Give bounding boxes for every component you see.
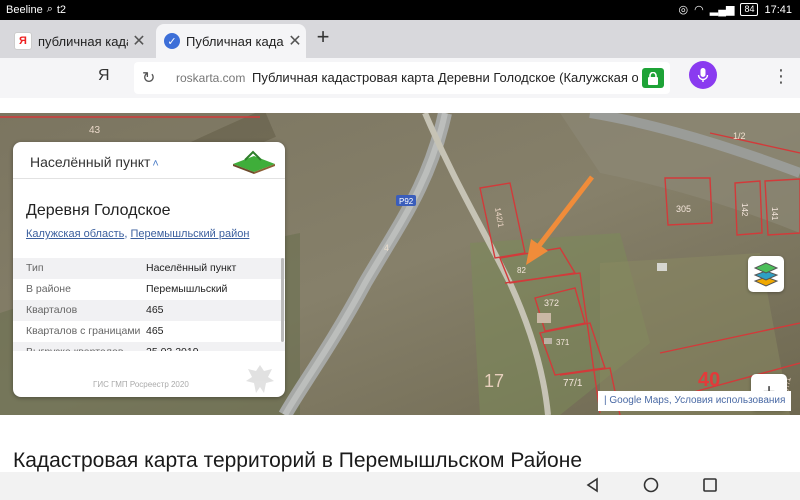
road-sign: P92 [399, 197, 414, 206]
page-headline: Кадастровая карта территорий в Перемышль… [13, 449, 582, 472]
layers-icon [753, 262, 779, 287]
property-row: В районе Перемышльский [13, 279, 285, 300]
svg-text:305: 305 [676, 204, 691, 214]
property-value: 465 [146, 325, 164, 337]
close-icon[interactable]: ✕ [284, 31, 306, 51]
battery-indicator: 84 [740, 3, 759, 16]
svg-text:77/1: 77/1 [563, 378, 583, 389]
region-links: Калужская область, Перемышльский район [26, 228, 249, 240]
eagle-emblem-icon [246, 365, 274, 393]
map-attribution[interactable]: | Google Maps, Условия использования [598, 391, 792, 411]
chevron-up-icon: ˄ [152, 158, 159, 170]
wifi-icon: ◠ [694, 4, 704, 16]
property-key: Кварталов [26, 304, 78, 316]
property-row: Кварталов 465 [13, 300, 285, 321]
tab-label: Публичная кадас [186, 33, 284, 49]
more-menu-icon[interactable]: ⋮ [772, 67, 790, 85]
microphone-icon[interactable] [689, 61, 717, 89]
yandex-icon: Я [14, 32, 32, 50]
card-divider [13, 178, 285, 179]
property-value: 465 [146, 304, 164, 316]
url-domain: roskarta.com [176, 71, 246, 85]
tab-yandex[interactable]: Я публичная кадас ✕ [6, 24, 150, 58]
category-label: Населённый пункт [30, 154, 151, 170]
carrier2-label: t2 [56, 3, 67, 16]
svg-text:371: 371 [556, 338, 570, 347]
property-key: Кварталов с границами [26, 325, 141, 337]
svg-text:82: 82 [517, 266, 526, 275]
svg-text:142: 142 [740, 203, 749, 217]
globe-icon: ✓ [164, 33, 180, 49]
url-page-title: Публичная кадастровая карта Деревни Голо… [252, 70, 638, 85]
property-value: Перемышльский [146, 283, 228, 295]
navigation-bar [0, 472, 800, 500]
tab-strip: Я публичная кадас ✕ ✓ Публичная кадас ✕ [0, 20, 800, 58]
svg-text:1/2: 1/2 [733, 131, 746, 141]
yandex-button[interactable]: Я [98, 67, 110, 85]
home-icon[interactable] [642, 476, 660, 494]
region-link[interactable]: Калужская область [26, 228, 124, 240]
property-key: Выгрузка кварталов [26, 342, 146, 352]
carrier-label: Beeline [6, 3, 43, 16]
property-value: Населённый пункт [146, 262, 237, 274]
svg-text:17: 17 [484, 371, 504, 391]
property-key: Тип [26, 262, 44, 274]
reload-icon[interactable]: ↻ [142, 68, 155, 88]
lock-icon[interactable] [642, 68, 664, 88]
close-icon[interactable]: ✕ [128, 31, 150, 51]
svg-text:372: 372 [544, 298, 559, 308]
info-card: Населённый пункт ˄ Деревня Голодское Калу… [13, 142, 285, 397]
address-bar: Я ↻ roskarta.com Публичная кадастровая к… [0, 58, 800, 98]
tab-active[interactable]: ✓ Публичная кадас ✕ [156, 24, 306, 58]
land-plot-icon [233, 150, 275, 174]
district-link[interactable]: Перемышльский район [130, 228, 249, 240]
back-icon[interactable] [584, 476, 602, 494]
tab-label: публичная кадас [38, 33, 128, 49]
svg-text:40: 40 [698, 369, 720, 391]
category-dropdown[interactable]: Населённый пункт ˄ [30, 154, 159, 170]
svg-text:43: 43 [89, 125, 101, 136]
place-name: Деревня Голодское [26, 202, 171, 219]
nfc-icon: ◎ [678, 4, 689, 16]
property-row: Кварталов с границами 465 [13, 321, 285, 342]
properties-table: Тип Населённый пункт В районе Перемышльс… [13, 258, 285, 351]
card-scrollbar[interactable] [281, 258, 284, 342]
new-tab-button[interactable]: + [312, 25, 334, 51]
status-bar: Beeline ⌕ t2 ◎ ◠ ▂▄▆ 84 17:41 [0, 0, 800, 20]
search-icon: ⌕ [46, 3, 53, 15]
svg-text:141: 141 [770, 207, 779, 221]
recents-icon[interactable] [701, 476, 719, 494]
card-footer: ГИС ГМП Росреестр 2020 [93, 380, 189, 389]
layers-button[interactable] [748, 256, 784, 292]
property-key: В районе [26, 283, 71, 295]
signal-icon: ▂▄▆ [709, 4, 735, 16]
property-value: 25.03.2019 [146, 342, 285, 352]
url-field[interactable]: ↻ roskarta.com Публичная кадастровая кар… [134, 62, 670, 94]
property-row: Тип Населённый пункт [13, 258, 285, 279]
property-row: Выгрузка кварталов 25.03.2019 [13, 342, 285, 351]
clock: 17:41 [764, 3, 792, 16]
svg-text:4: 4 [384, 243, 389, 253]
